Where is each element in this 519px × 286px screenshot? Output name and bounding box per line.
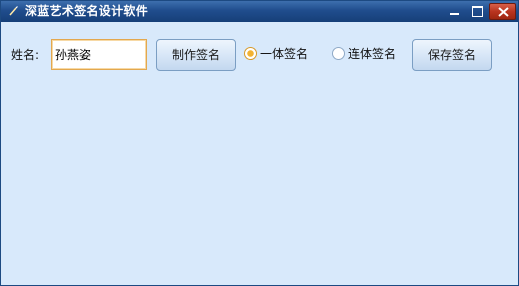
app-window: 深蓝艺术签名设计软件 姓名: 制作签名 一体签名 连体签名 保存签名 <box>0 0 519 286</box>
radio-unchecked-icon[interactable] <box>332 47 345 60</box>
radio-checked-icon[interactable] <box>244 47 257 60</box>
client-area: 姓名: 制作签名 一体签名 连体签名 保存签名 <box>1 22 518 285</box>
make-signature-button[interactable]: 制作签名 <box>156 39 236 71</box>
minimize-icon[interactable] <box>443 3 466 20</box>
radio-connected-signature[interactable]: 连体签名 <box>332 46 402 62</box>
pen-icon <box>7 4 21 18</box>
title-bar[interactable]: 深蓝艺术签名设计软件 <box>1 1 518 22</box>
window-title: 深蓝艺术签名设计软件 <box>25 4 149 18</box>
radio-one-piece-signature[interactable]: 一体签名 <box>244 46 314 62</box>
radio-one-piece-label[interactable]: 一体签名 <box>260 46 308 62</box>
name-input[interactable] <box>51 39 147 70</box>
radio-connected-label[interactable]: 连体签名 <box>348 46 396 62</box>
save-signature-button[interactable]: 保存签名 <box>412 39 492 71</box>
name-label: 姓名: <box>11 48 40 62</box>
maximize-icon[interactable] <box>466 3 489 20</box>
close-icon[interactable] <box>489 3 516 20</box>
